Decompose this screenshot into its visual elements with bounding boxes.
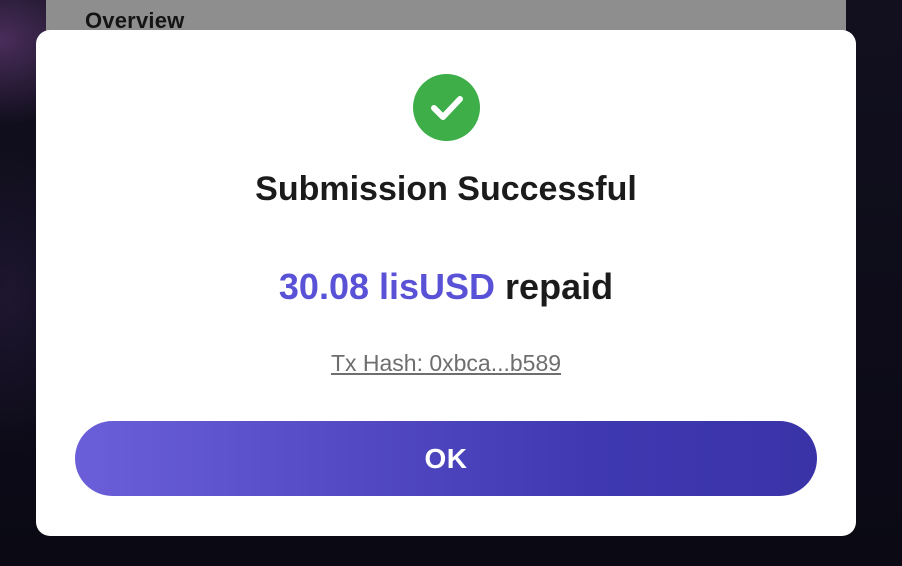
ok-button[interactable]: OK: [75, 421, 817, 496]
tx-hash-link[interactable]: Tx Hash: 0xbca...b589: [331, 350, 561, 376]
success-modal: Submission Successful 30.08 lisUSD repai…: [36, 30, 856, 536]
modal-title: Submission Successful: [255, 170, 637, 208]
repaid-amount: 30.08 lisUSD: [278, 266, 496, 307]
check-circle-icon: [413, 74, 480, 141]
repaid-summary: 30.08 lisUSD repaid: [36, 266, 856, 308]
tx-hash-row: Tx Hash: 0xbca...b589: [36, 350, 856, 377]
repaid-label: repaid: [505, 266, 614, 307]
